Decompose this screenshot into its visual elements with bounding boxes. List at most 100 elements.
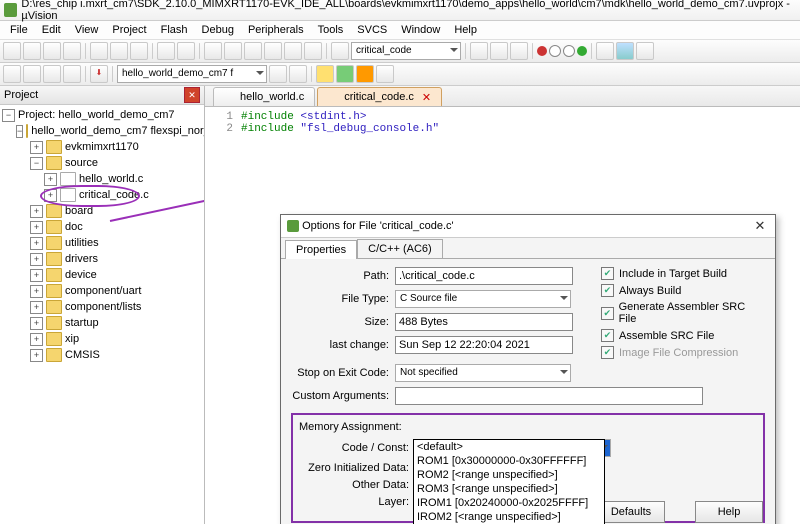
expander-icon[interactable]: +: [30, 349, 43, 362]
save-icon[interactable]: [43, 42, 61, 60]
tree-folder[interactable]: drivers: [65, 253, 98, 265]
build-icon[interactable]: [3, 65, 21, 83]
project-root[interactable]: Project: hello_world_demo_cm7: [18, 109, 175, 121]
codeconst-dropdown[interactable]: <default> ROM1 [0x30000000-0x30FFFFFF] R…: [413, 439, 605, 524]
expander-icon[interactable]: +: [30, 253, 43, 266]
dropdown-option[interactable]: ROM1 [0x30000000-0x30FFFFFF]: [414, 454, 604, 468]
expander-icon[interactable]: −: [30, 157, 43, 170]
menu-file[interactable]: File: [4, 23, 34, 37]
window-icon[interactable]: [596, 42, 614, 60]
expander-icon[interactable]: +: [30, 269, 43, 282]
close-icon[interactable]: ✕: [422, 91, 431, 104]
menu-svcs[interactable]: SVCS: [351, 23, 393, 37]
menu-edit[interactable]: Edit: [36, 23, 67, 37]
expander-icon[interactable]: +: [30, 237, 43, 250]
expander-icon[interactable]: −: [2, 109, 15, 122]
rebuild-icon[interactable]: [23, 65, 41, 83]
checkbox-genasm[interactable]: ✔: [601, 307, 614, 320]
menu-tools[interactable]: Tools: [312, 23, 350, 37]
stop-icon[interactable]: [549, 45, 561, 57]
step-icon[interactable]: [563, 45, 575, 57]
defaults-button[interactable]: Defaults: [597, 501, 665, 523]
download-icon[interactable]: ⬇: [90, 65, 108, 83]
expander-icon[interactable]: +: [30, 221, 43, 234]
open-icon[interactable]: [23, 42, 41, 60]
help-button[interactable]: Help: [695, 501, 763, 523]
checkbox-asmsrc[interactable]: ✔: [601, 329, 614, 342]
expander-icon[interactable]: +: [30, 205, 43, 218]
find-icon[interactable]: [331, 42, 349, 60]
undo-icon[interactable]: [157, 42, 175, 60]
dropdown-option[interactable]: IROM1 [0x20240000-0x2025FFFF]: [414, 496, 604, 510]
view-icon[interactable]: [616, 42, 634, 60]
target-combo[interactable]: hello_world_demo_cm7 f: [117, 65, 267, 83]
dialog-tab-properties[interactable]: Properties: [285, 240, 357, 259]
dropdown-option[interactable]: IROM2 [<range unspecified>]: [414, 510, 604, 524]
expander-icon[interactable]: +: [30, 333, 43, 346]
paste-icon[interactable]: [130, 42, 148, 60]
buildall-icon[interactable]: [43, 65, 61, 83]
bookmark-next-icon[interactable]: [284, 42, 302, 60]
tree-folder[interactable]: component/uart: [65, 285, 141, 297]
expander-icon[interactable]: +: [30, 317, 43, 330]
expander-icon[interactable]: +: [30, 301, 43, 314]
cut-icon[interactable]: [90, 42, 108, 60]
menu-view[interactable]: View: [69, 23, 105, 37]
menu-flash[interactable]: Flash: [155, 23, 194, 37]
tree-folder[interactable]: utilities: [65, 237, 99, 249]
expander-icon[interactable]: +: [30, 141, 43, 154]
expander-icon[interactable]: −: [16, 125, 23, 138]
code-editor[interactable]: 1#include <stdint.h> 2#include "fsl_debu…: [205, 107, 800, 139]
expander-icon[interactable]: +: [44, 173, 57, 186]
tree-folder[interactable]: evkmimxrt1170: [65, 141, 139, 153]
editor-tab[interactable]: hello_world.c: [213, 87, 315, 106]
batch-icon[interactable]: [63, 65, 81, 83]
tree-folder[interactable]: CMSIS: [65, 349, 100, 361]
tree-folder[interactable]: xip: [65, 333, 79, 345]
bookmark-icon[interactable]: [244, 42, 262, 60]
debug-icon[interactable]: [470, 42, 488, 60]
config-icon[interactable]: [510, 42, 528, 60]
wrench-icon[interactable]: [636, 42, 654, 60]
tree-folder[interactable]: component/lists: [65, 301, 141, 313]
dropdown-option[interactable]: ROM3 [<range unspecified>]: [414, 482, 604, 496]
pack-icon[interactable]: [316, 65, 334, 83]
tree-folder[interactable]: device: [65, 269, 97, 281]
bookmark-clear-icon[interactable]: [304, 42, 322, 60]
panel-close-icon[interactable]: ✕: [184, 87, 200, 103]
run-icon[interactable]: [577, 46, 587, 56]
target-manage-icon[interactable]: [289, 65, 307, 83]
menu-peripherals[interactable]: Peripherals: [242, 23, 310, 37]
saveall-icon[interactable]: [63, 42, 81, 60]
filetype-combo[interactable]: C Source file: [395, 290, 571, 308]
tree-folder[interactable]: source: [65, 157, 98, 169]
editor-tab-active[interactable]: critical_code.c✕: [317, 87, 442, 106]
record-icon[interactable]: [537, 46, 547, 56]
checkbox-always[interactable]: ✔: [601, 284, 614, 297]
new-icon[interactable]: [3, 42, 21, 60]
breakpoint-icon[interactable]: [490, 42, 508, 60]
checkbox-include[interactable]: ✔: [601, 267, 614, 280]
expander-icon[interactable]: +: [30, 285, 43, 298]
project-tree[interactable]: −Project: hello_world_demo_cm7 −hello_wo…: [0, 105, 204, 524]
menu-window[interactable]: Window: [395, 23, 446, 37]
redo-icon[interactable]: [177, 42, 195, 60]
dialog-tab-cc[interactable]: C/C++ (AC6): [357, 239, 443, 258]
custom-field[interactable]: [395, 387, 703, 405]
tree-file[interactable]: hello_world.c: [79, 173, 143, 185]
dropdown-option[interactable]: <default>: [414, 440, 604, 454]
dialog-close-icon[interactable]: ✕: [751, 218, 769, 234]
path-field[interactable]: [395, 267, 573, 285]
rte-icon[interactable]: [336, 65, 354, 83]
stopexit-combo[interactable]: Not specified: [395, 364, 571, 382]
outdent-icon[interactable]: [224, 42, 242, 60]
copy-icon[interactable]: [110, 42, 128, 60]
target-node[interactable]: hello_world_demo_cm7 flexspi_nor_debug: [31, 125, 204, 137]
manage-icon[interactable]: [376, 65, 394, 83]
menu-help[interactable]: Help: [448, 23, 483, 37]
menu-project[interactable]: Project: [106, 23, 152, 37]
menu-debug[interactable]: Debug: [196, 23, 240, 37]
config-wiz-icon[interactable]: [356, 65, 374, 83]
target-opts-icon[interactable]: [269, 65, 287, 83]
indent-icon[interactable]: [204, 42, 222, 60]
